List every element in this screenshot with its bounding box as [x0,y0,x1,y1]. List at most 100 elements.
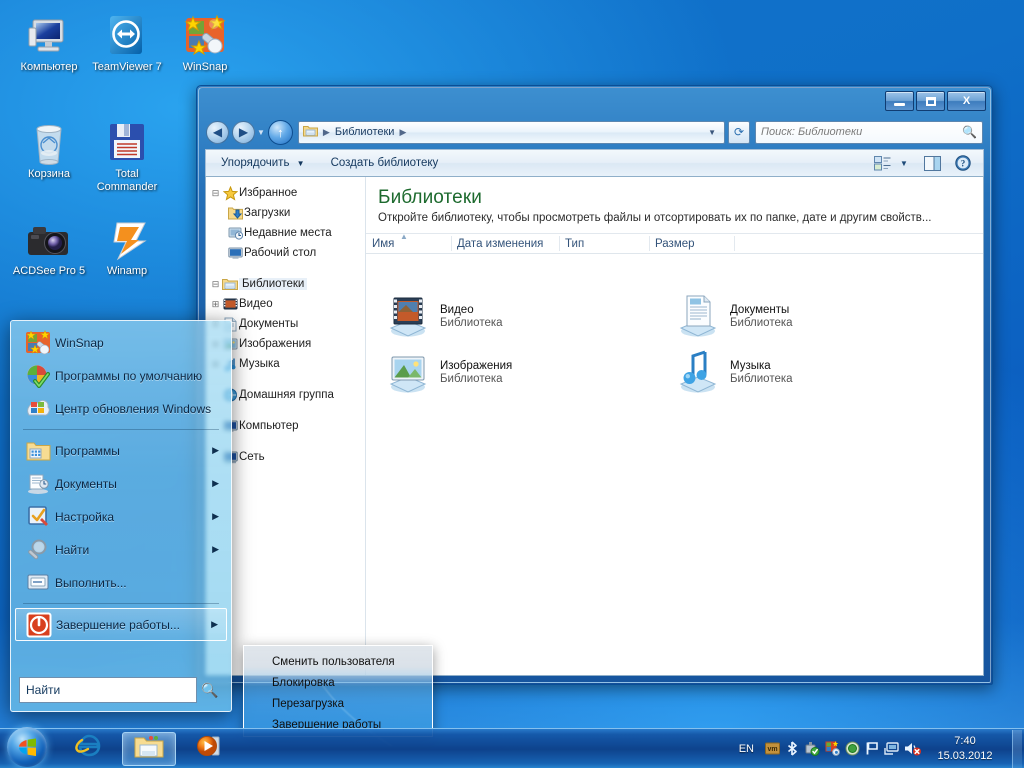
tree-item-recent-places[interactable]: Недавние места [206,223,366,243]
tree-label: Недавние места [244,227,332,239]
expander-minus-icon[interactable]: ⊟ [210,188,221,199]
desktop-icon-recycle-bin[interactable]: Корзина [10,115,88,181]
file-list-pane[interactable]: Библиотеки Откройте библиотеку, чтобы пр… [366,177,983,675]
desktop-icon-winsnap[interactable]: WinSnap [166,8,244,74]
start-item-settings[interactable]: Настройка ▶ [15,500,227,533]
submenu-arrow-icon: ▶ [212,544,219,554]
file-item-name: Документы [730,303,790,316]
window-title-bar[interactable]: X [199,88,990,116]
desktop-icon-computer[interactable]: Компьютер [10,8,88,74]
tree-item-desktop[interactable]: Рабочий стол [206,243,366,263]
column-header-extra[interactable] [734,233,794,254]
tree-item-favorites[interactable]: ⊟ Избранное [206,183,366,203]
tree-item-video[interactable]: ⊞ Видео [206,294,366,314]
help-icon[interactable]: ? [951,153,975,174]
bluetooth-icon[interactable] [782,738,802,760]
file-item-pictures[interactable]: Изображения Библиотека [380,346,630,398]
start-item-shutdown[interactable]: Завершение работы... ▶ [15,608,227,641]
breadcrumb-libraries[interactable]: Библиотеки [335,126,395,138]
shutdown-submenu[interactable]: Сменить пользователя Блокировка Перезагр… [243,645,433,737]
action-center-flag-icon[interactable] [862,738,882,760]
file-item-music[interactable]: Музыка Библиотека [670,346,920,398]
start-item-search[interactable]: Найти ▶ [15,533,227,566]
window-body: ⊟ Избранное Загрузки Недавние места Рабо… [205,176,984,676]
start-item-documents[interactable]: Документы ▶ [15,467,227,500]
start-item-label: Программы [55,443,120,458]
address-dropdown-icon[interactable]: ▼ [702,128,722,137]
maximize-button[interactable] [916,91,945,111]
view-layout-icon[interactable] [870,153,894,174]
green-status-icon[interactable] [842,738,862,760]
windows-logo-icon [7,727,47,767]
column-header-name[interactable]: Имя ▲ [366,232,451,254]
submenu-item-switch-user[interactable]: Сменить пользователя [244,651,432,672]
acdsee-icon [10,212,88,262]
start-menu[interactable]: WinSnap Программы по умолчанию Центр обн… [10,320,232,712]
new-library-button[interactable]: Создать библиотеку [324,154,446,172]
taskbar-item-media-player[interactable] [182,732,236,766]
minimize-button[interactable] [885,91,914,111]
file-item-type: Библиотека [440,372,503,385]
desktop-icon-label: ACDSee Pro 5 [12,265,86,277]
address-bar[interactable]: ▶ Библиотеки ▶ ▼ [297,120,725,144]
desktop-icon-teamviewer[interactable]: TeamViewer 7 [88,8,166,74]
language-indicator[interactable]: EN [731,743,762,755]
close-button[interactable]: X [947,91,986,111]
start-item-winsnap[interactable]: WinSnap [15,326,227,359]
winsnap-icon [166,8,244,58]
forward-button[interactable]: ▶ [232,120,255,144]
start-search-input[interactable] [19,677,197,703]
show-desktop-button[interactable] [1012,729,1022,768]
vmware-icon[interactable]: vm [762,738,782,760]
start-item-windows-update[interactable]: Центр обновления Windows [15,392,227,425]
winsnap-tray-icon[interactable] [822,738,842,760]
refresh-button[interactable]: ⟳ [728,120,750,144]
taskbar-item-explorer[interactable] [122,731,176,766]
desktop-icon-winamp[interactable]: Winamp [88,212,166,278]
volume-muted-icon[interactable] [902,738,922,760]
up-button[interactable]: ↑ [267,119,293,145]
history-dropdown-icon[interactable]: ▼ [257,128,265,137]
organize-button[interactable]: Упорядочить ▼ [214,154,312,172]
breadcrumb-separator-2[interactable]: ▶ [399,127,406,138]
submenu-item-lock[interactable]: Блокировка [244,672,432,693]
internet-explorer-icon [74,732,104,765]
safely-remove-hardware-icon[interactable] [802,738,822,760]
column-header-type[interactable]: Тип [559,233,649,254]
desktop-icon-label: WinSnap [182,61,228,73]
preview-pane-icon[interactable] [920,153,944,174]
column-header-size[interactable]: Размер [649,233,734,254]
taskbar-item-internet-explorer[interactable] [62,732,116,766]
start-orb-button[interactable] [2,725,52,768]
network-icon[interactable] [882,738,902,760]
video-library-icon [221,297,239,311]
tree-label: Музыка [239,358,280,370]
start-item-default-programs[interactable]: Программы по умолчанию [15,359,227,392]
desktop-icon-acdsee[interactable]: ACDSee Pro 5 [10,212,88,278]
submenu-item-restart[interactable]: Перезагрузка [244,693,432,714]
expander-minus-icon[interactable]: ⊟ [210,279,221,290]
file-item-video[interactable]: Видео Библиотека [380,290,630,342]
start-menu-search[interactable]: 🔍 [19,677,223,703]
tree-item-downloads[interactable]: Загрузки [206,203,366,223]
tree-item-libraries[interactable]: ⊟ Библиотеки [206,274,366,294]
tree-label: Изображения [239,338,312,350]
taskbar-clock[interactable]: 7:40 15.03.2012 [922,734,1008,764]
explorer-window[interactable]: X ◀ ▶ ▼ ↑ ▶ Библиотеки ▶ ▼ ⟳ Поиск: Библ… [196,85,993,685]
start-item-programs[interactable]: Программы ▶ [15,434,227,467]
column-header-date[interactable]: Дата изменения [451,233,559,254]
recycle-bin-icon [10,115,88,165]
default-programs-icon [21,361,55,391]
start-item-run[interactable]: Выполнить... [15,566,227,599]
desktop-icon-label: Корзина [28,168,70,180]
file-item-documents[interactable]: Документы Библиотека [670,290,920,342]
expander-plus-icon[interactable]: ⊞ [210,299,221,310]
desktop-icon-total-commander[interactable]: Total Commander [88,115,166,194]
search-input[interactable]: Поиск: Библиотеки 🔍 [755,120,983,144]
search-magnifier-icon [21,535,55,565]
back-button[interactable]: ◀ [206,120,229,144]
search-icon[interactable]: 🔍 [197,682,223,699]
navigation-bar: ◀ ▶ ▼ ↑ ▶ Библиотеки ▶ ▼ ⟳ Поиск: Библио… [199,116,990,148]
view-dropdown[interactable]: ▼ [897,153,911,174]
clock-time: 7:40 [954,734,976,747]
